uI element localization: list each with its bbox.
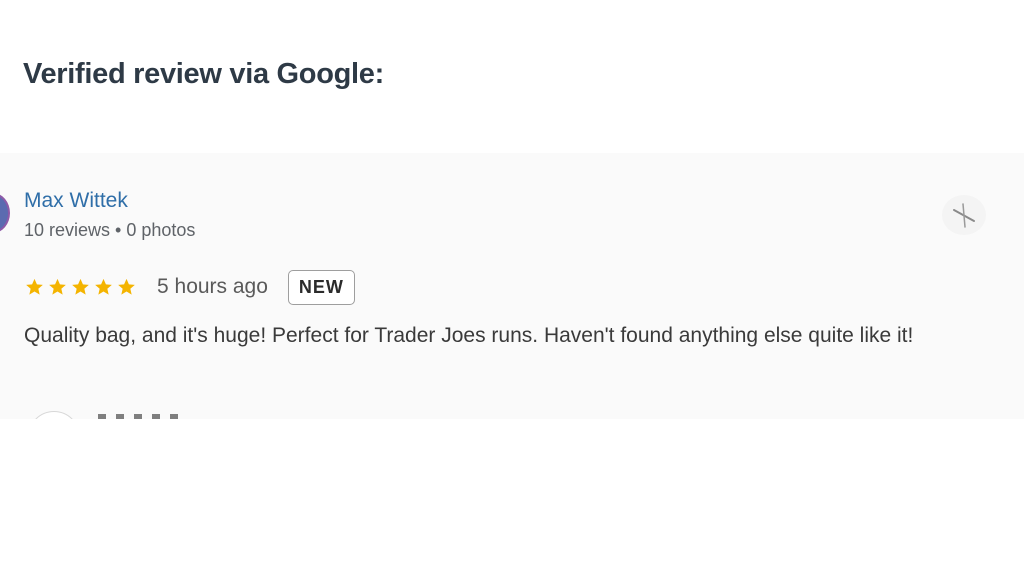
reviews-count: 10 reviews <box>24 220 111 240</box>
page: Verified review via Google: Max Wittek 1… <box>0 0 1024 576</box>
reviewer-name-link[interactable]: Max Wittek <box>24 189 128 213</box>
reviewer-meta: 10 reviews • 0 photos <box>24 220 195 241</box>
rating-row: 5 hours ago NEW <box>24 268 355 306</box>
pin-icon[interactable] <box>942 195 986 235</box>
next-reviewer-name-fragment <box>98 414 178 419</box>
review-text: Quality bag, and it's huge! Perfect for … <box>24 324 914 347</box>
star-rating <box>24 277 137 297</box>
page-heading: Verified review via Google: <box>23 58 384 90</box>
new-badge: NEW <box>287 269 355 305</box>
star-icon <box>116 277 137 297</box>
star-icon <box>93 277 114 297</box>
photos-count: 0 photos <box>126 220 196 240</box>
star-icon <box>24 277 45 297</box>
meta-separator: • <box>115 220 122 240</box>
star-icon <box>47 277 68 297</box>
review-time: 5 hours ago <box>157 275 268 298</box>
star-icon <box>70 277 91 297</box>
reviewer-avatar[interactable] <box>0 193 10 233</box>
review-card: Max Wittek 10 reviews • 0 photos 5 hours a… <box>0 153 1024 419</box>
next-reviewer-avatar[interactable] <box>28 411 80 419</box>
pin-icon-graphic <box>953 203 975 228</box>
